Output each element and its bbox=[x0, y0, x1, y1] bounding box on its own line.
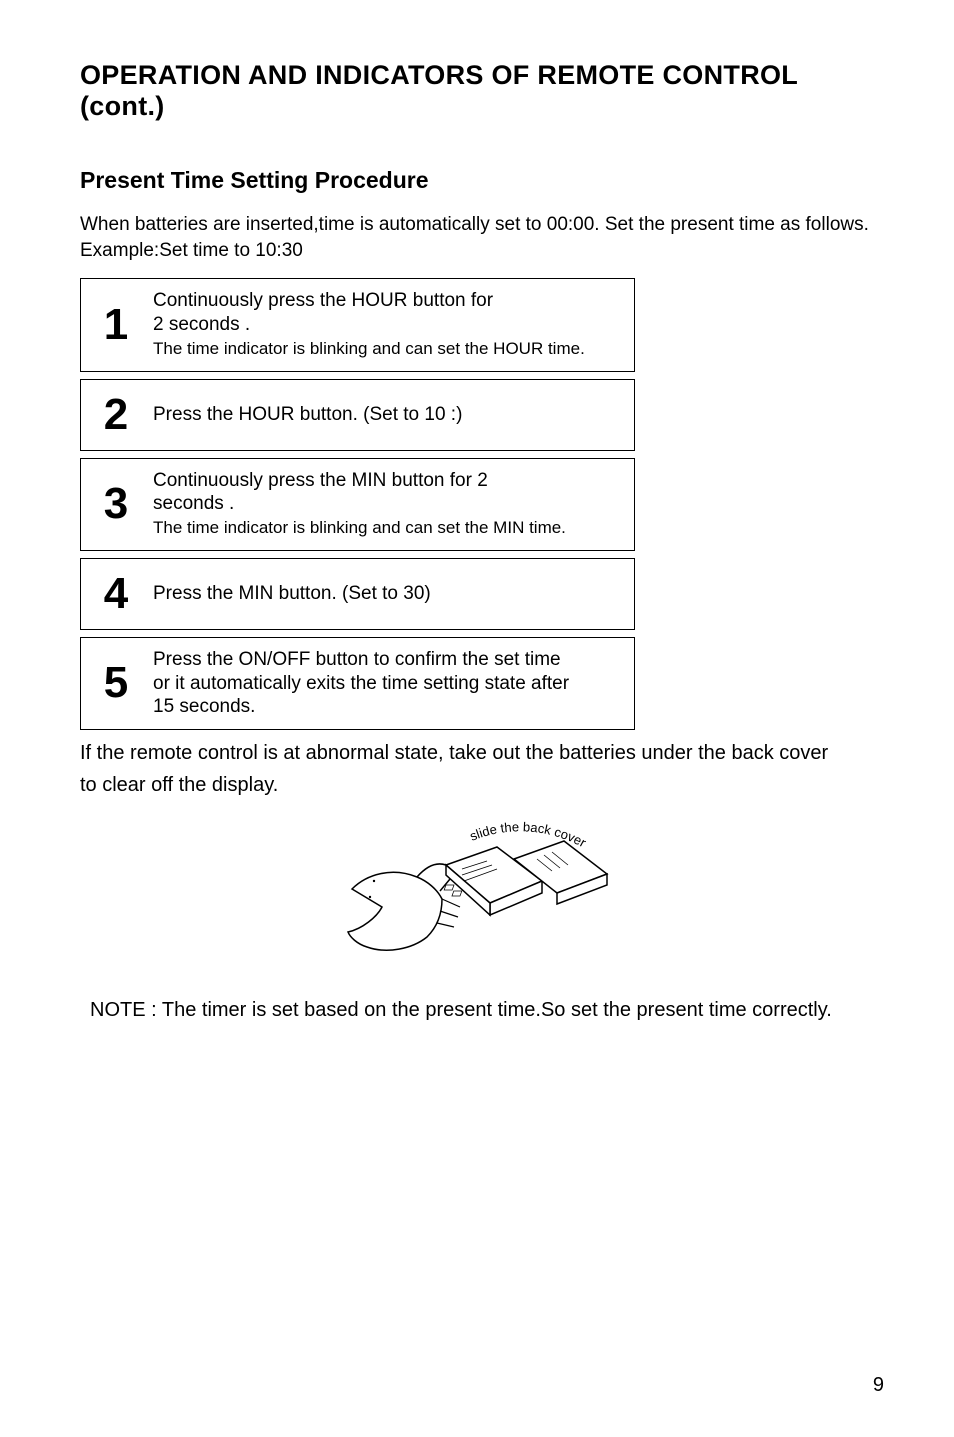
intro-text: When batteries are inserted,time is auto… bbox=[80, 212, 884, 263]
main-title: OPERATION AND INDICATORS OF REMOTE CONTR… bbox=[80, 60, 884, 122]
after-line1: If the remote control is at abnormal sta… bbox=[80, 742, 828, 764]
step-text: Continuously press the HOUR button for bbox=[153, 290, 493, 311]
step-5: 5 Press the ON/OFF button to confirm the… bbox=[80, 637, 635, 730]
remote-diagram: slide the back cover bbox=[80, 819, 884, 979]
step-number: 1 bbox=[81, 303, 151, 347]
step-number: 4 bbox=[81, 572, 151, 616]
step-text: 2 seconds . bbox=[153, 314, 250, 335]
step-number: 3 bbox=[81, 482, 151, 526]
step-1: 1 Continuously press the HOUR button for… bbox=[80, 278, 635, 371]
step-body: Press the HOUR button. (Set to 10 :) bbox=[151, 393, 634, 437]
section-heading: Present Time Setting Procedure bbox=[80, 167, 884, 194]
step-text: seconds . bbox=[153, 493, 234, 514]
intro-line1: When batteries are inserted,time is auto… bbox=[80, 214, 869, 235]
step-text: or it automatically exits the time setti… bbox=[153, 673, 569, 694]
step-body: Continuously press the HOUR button for 2… bbox=[151, 279, 634, 370]
note-text: NOTE : The timer is set based on the pre… bbox=[90, 999, 884, 1022]
step-text: Press the MIN button. (Set to 30) bbox=[153, 583, 431, 604]
step-4: 4 Press the MIN button. (Set to 30) bbox=[80, 558, 635, 630]
step-body: Continuously press the MIN button for 2 … bbox=[151, 459, 634, 550]
step-2: 2 Press the HOUR button. (Set to 10 :) bbox=[80, 379, 635, 451]
step-subtext: The time indicator is blinking and can s… bbox=[153, 518, 566, 537]
step-number: 2 bbox=[81, 393, 151, 437]
step-body: Press the MIN button. (Set to 30) bbox=[151, 572, 634, 616]
slide-cover-illustration-icon: slide the back cover bbox=[342, 819, 622, 979]
step-text: Press the ON/OFF button to confirm the s… bbox=[153, 649, 561, 670]
step-body: Press the ON/OFF button to confirm the s… bbox=[151, 638, 634, 729]
step-text: Press the HOUR button. (Set to 10 :) bbox=[153, 404, 462, 425]
step-text: Continuously press the MIN button for 2 bbox=[153, 470, 488, 491]
step-subtext: The time indicator is blinking and can s… bbox=[153, 339, 585, 358]
intro-line2: Example:Set time to 10:30 bbox=[80, 240, 303, 261]
steps-list: 1 Continuously press the HOUR button for… bbox=[80, 278, 635, 730]
step-3: 3 Continuously press the MIN button for … bbox=[80, 458, 635, 551]
step-number: 5 bbox=[81, 661, 151, 705]
after-steps-text: If the remote control is at abnormal sta… bbox=[80, 737, 884, 801]
page: OPERATION AND INDICATORS OF REMOTE CONTR… bbox=[0, 0, 954, 1437]
after-line2: to clear off the display. bbox=[80, 774, 278, 796]
step-text: 15 seconds. bbox=[153, 696, 255, 717]
page-number: 9 bbox=[873, 1374, 884, 1397]
